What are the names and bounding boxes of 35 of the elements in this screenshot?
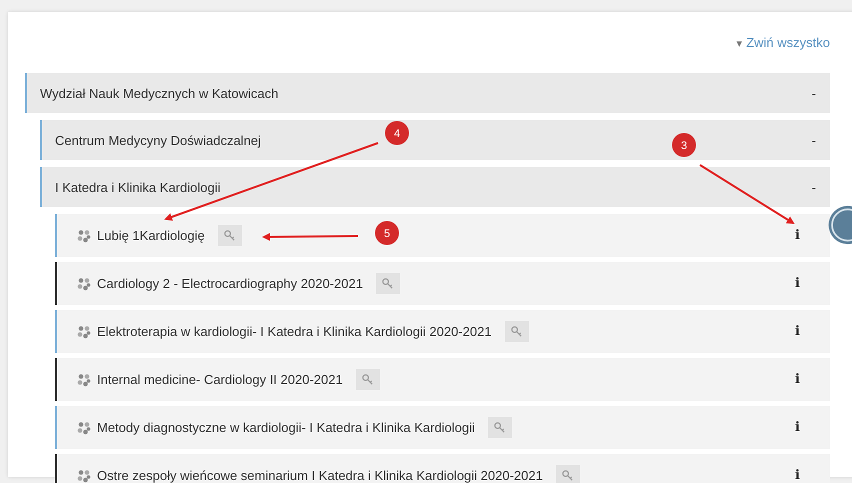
course-icon <box>77 276 91 290</box>
callout-badge: 4 <box>385 121 409 145</box>
course-name: Metody diagnostyczne w kardiologii- I Katedra i Klinika Kardiologii <box>97 420 475 435</box>
info-icon[interactable]: i <box>795 324 800 339</box>
course-name: Elektroterapia w kardiologii- I Katedra i Klinika Kardiologii 2020-2021 <box>97 324 492 339</box>
category-row[interactable]: I Katedra i Klinika Kardiologii - <box>40 167 830 207</box>
info-icon[interactable]: i <box>795 420 800 435</box>
course-icon <box>77 468 91 482</box>
category-row[interactable]: Wydział Nauk Medycznych w Katowicach - <box>25 73 830 113</box>
info-icon[interactable]: i <box>795 468 800 483</box>
key-icon <box>356 369 380 390</box>
key-icon <box>488 417 512 438</box>
callout-badge: 3 <box>672 133 696 157</box>
course-icon <box>77 420 91 434</box>
key-icon <box>218 225 242 246</box>
course-row[interactable]: Cardiology 2 - Electrocardiography 2020-2021 i <box>55 262 830 305</box>
course-icon <box>77 324 91 338</box>
course-row[interactable]: Metody diagnostyczne w kardiologii- I Katedra i Klinika Kardiologii i <box>55 406 830 449</box>
key-icon <box>556 465 580 483</box>
course-icon <box>77 372 91 386</box>
course-row[interactable]: Internal medicine- Cardiology II 2020-2021 i <box>55 358 830 401</box>
key-icon <box>504 321 529 342</box>
info-icon[interactable]: i <box>795 228 800 243</box>
course-row[interactable]: Elektroterapia w kardiologii- I Katedra i Klinika Kardiologii 2020-2021 i <box>55 310 830 353</box>
course-name: Cardiology 2 - Electrocardiography 2020-2021 <box>97 276 363 291</box>
course-name: Ostre zespoły wieńcowe seminarium I Katedra i Klinika Kardiologii 2020-2021 <box>97 468 543 483</box>
course-row[interactable]: Ostre zespoły wieńcowe seminarium I Katedra i Klinika Kardiologii 2020-2021 i <box>55 454 830 483</box>
info-icon[interactable]: i <box>795 372 800 387</box>
key-icon <box>376 273 400 294</box>
callout-badge: 5 <box>375 221 399 245</box>
collapse-all-link[interactable]: ▾ Zwiń wszystko <box>736 35 830 50</box>
course-name: Lubię 1Kardiologię <box>97 228 205 243</box>
course-icon <box>77 228 91 242</box>
info-icon[interactable]: i <box>795 276 800 291</box>
course-name: Internal medicine- Cardiology II 2020-2021 <box>97 372 343 387</box>
